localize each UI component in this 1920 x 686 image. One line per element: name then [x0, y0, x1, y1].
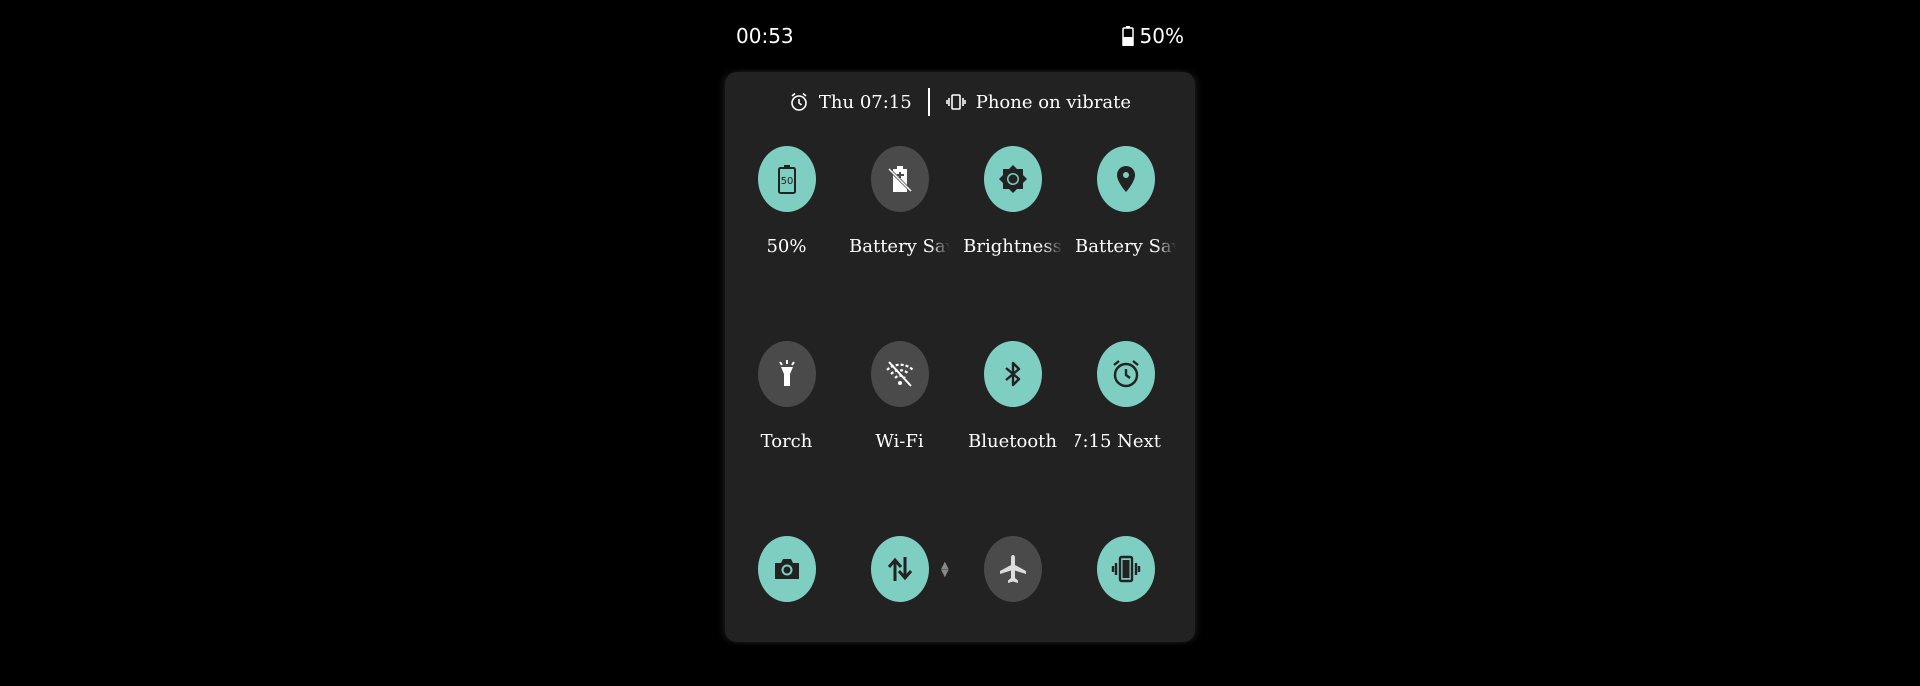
location-pin-icon — [1117, 166, 1135, 192]
svg-text:50: 50 — [781, 176, 794, 187]
status-bar: 00:53 50% — [736, 22, 1184, 52]
tile-bluetooth-button[interactable] — [984, 341, 1042, 407]
tile-vibrate[interactable] — [1069, 536, 1182, 686]
tile-camera[interactable] — [730, 536, 843, 686]
tile-location-button[interactable] — [1097, 146, 1155, 212]
flashlight-icon — [779, 360, 795, 386]
tile-mobile-data-button[interactable] — [871, 536, 929, 602]
tile-label: Bluetooth — [968, 431, 1057, 452]
tile-wifi[interactable]: Wi-Fi — [843, 341, 956, 491]
battery-saver-off-icon — [887, 166, 913, 193]
tile-wifi-button[interactable] — [871, 341, 929, 407]
tile-battery-button[interactable]: 50 — [758, 146, 816, 212]
quick-settings-panel: Thu 07:15 Phone on vibrate 50 50% Batter… — [725, 72, 1195, 642]
tile-label: Wi-Fi — [875, 431, 924, 452]
tile-vibrate-button[interactable] — [1097, 536, 1155, 602]
tile-bluetooth[interactable]: Bluetooth — [956, 341, 1069, 491]
expand-arrows-icon[interactable]: ▲ ▼ — [941, 561, 949, 579]
bluetooth-icon — [1005, 361, 1021, 387]
tile-brightness-button[interactable] — [984, 146, 1042, 212]
header-divider — [927, 88, 930, 116]
tile-battery[interactable]: 50 50% — [730, 146, 843, 296]
airplane-icon — [1000, 555, 1026, 583]
tile-label: Brightness — [963, 236, 1062, 257]
vibrate-icon — [1111, 555, 1141, 583]
tile-battery-saver[interactable]: Battery Saver — [843, 146, 956, 296]
alarm-clock-icon — [1113, 360, 1139, 388]
tile-mobile-data[interactable]: ▲ ▼ — [843, 536, 956, 686]
tile-battery-saver-button[interactable] — [871, 146, 929, 212]
battery-percent: 50% — [1139, 24, 1184, 48]
battery-50-icon: 50 — [778, 165, 796, 194]
tile-next-alarm-button[interactable] — [1097, 341, 1155, 407]
tile-location[interactable]: Battery Saver — [1069, 146, 1182, 296]
status-time: 00:53 — [736, 24, 794, 48]
tile-camera-button[interactable] — [758, 536, 816, 602]
tile-label: Torch — [760, 431, 813, 452]
status-battery: 50% — [1121, 24, 1184, 48]
qs-header: Thu 07:15 Phone on vibrate — [725, 88, 1195, 116]
camera-icon — [775, 559, 799, 579]
tile-torch[interactable]: Torch — [730, 341, 843, 491]
tile-label: Battery Saver — [849, 236, 950, 257]
tile-airplane[interactable] — [956, 536, 1069, 686]
tile-brightness[interactable]: Brightness — [956, 146, 1069, 296]
tile-torch-button[interactable] — [758, 341, 816, 407]
wifi-off-icon — [886, 361, 914, 387]
battery-icon — [1121, 26, 1134, 46]
brightness-icon — [999, 165, 1027, 193]
next-alarm-text: Thu 07:15 — [818, 91, 912, 113]
ringer-mode-header[interactable]: Phone on vibrate — [945, 91, 1132, 113]
next-alarm-header[interactable]: Thu 07:15 — [789, 92, 912, 113]
vibrate-icon — [945, 94, 966, 110]
tile-label: Battery Saver — [1075, 236, 1176, 257]
tile-airplane-button[interactable] — [984, 536, 1042, 602]
tile-label: 7:15 Next — [1075, 431, 1161, 452]
tile-next-alarm[interactable]: 7:15 Next — [1069, 341, 1182, 491]
tile-label: 50% — [766, 236, 807, 257]
ringer-mode-text: Phone on vibrate — [975, 91, 1132, 113]
alarm-icon — [791, 92, 807, 111]
mobile-data-icon — [887, 557, 913, 581]
